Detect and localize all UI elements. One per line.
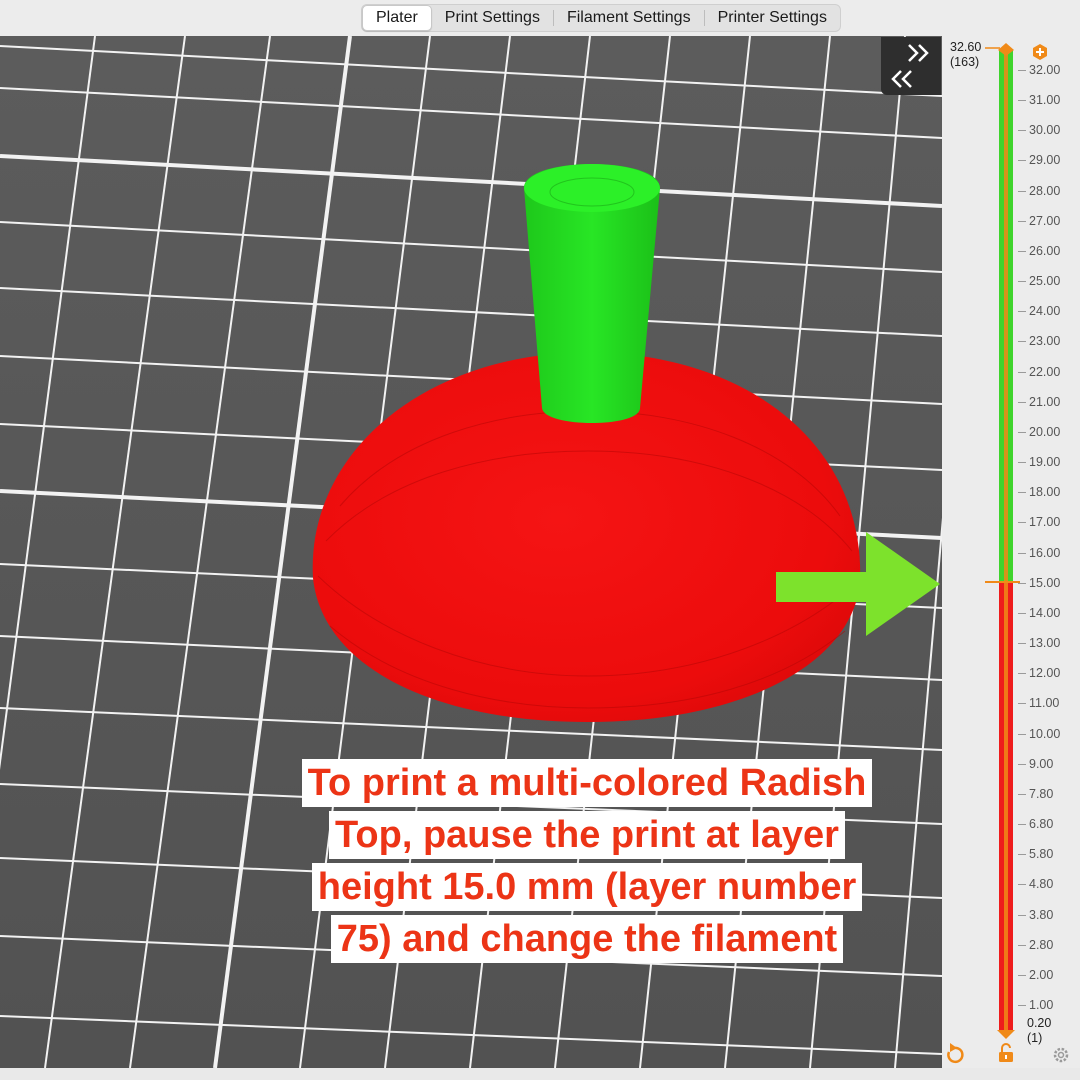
slider-tick-mark [1018,854,1026,856]
slider-tick-label: 28.00 [1029,183,1061,198]
slider-tick-mark [1018,100,1026,102]
tab-group: Plater Print Settings Filament Settings … [361,4,841,32]
slider-tick-label: 25.00 [1029,274,1061,289]
slider-tick-mark [1018,763,1026,765]
slider-tick-mark [1018,371,1026,373]
slider-tick-mark [1018,793,1026,795]
slider-tick-mark [1018,431,1026,433]
slider-tick-label: 32.00 [1029,63,1061,77]
slider-tick-mark [1018,401,1026,403]
slider-tick-label: 31.00 [1029,93,1061,108]
slider-tick-mark [1018,884,1026,886]
tab-printer-settings[interactable]: Printer Settings [705,6,840,30]
slider-tick-mark [1018,1005,1026,1006]
caption-line: To print a multi-colored Radish [301,759,873,807]
slider-top-value: 32.60 [950,40,982,54]
slider-tick-label: 30.00 [1029,123,1061,138]
slider-tick-label: 7.80 [1029,786,1054,801]
slider-tick-mark [1018,582,1026,584]
slider-tick-mark [1018,462,1026,464]
collapse-sidebar-button[interactable] [881,37,941,95]
slider-tick-label: 13.00 [1029,636,1061,651]
slider-tick-label: 26.00 [1029,243,1061,258]
slider-tick-mark [1018,643,1026,645]
slider-tick-mark [1018,703,1026,705]
slider-tick-label: 1.00 [1029,998,1054,1012]
slider-tick-label: 19.00 [1029,455,1061,470]
slider-tick-mark [1018,824,1026,826]
slider-tick-mark [1018,311,1026,313]
tab-filament-settings[interactable]: Filament Settings [554,6,704,30]
slider-tick-label: 3.80 [1029,907,1054,922]
slider-tick-mark [1018,673,1026,675]
slider-tick-label: 4.80 [1029,877,1054,892]
slider-tick-label: 17.00 [1029,515,1061,530]
slider-tick-label: 11.00 [1029,696,1060,711]
slider-tick-mark [1018,281,1026,283]
slider-tick-label: 15.00 [1029,575,1061,590]
slider-tick-label: 21.00 [1029,394,1061,409]
slider-tick-label: 2.00 [1029,967,1054,982]
slider-tick-mark [1018,130,1026,132]
caption-line: height 15.0 mm (layer number [311,863,863,911]
slider-tick-label: 10.00 [1029,726,1061,741]
slider-tick-label: 29.00 [1029,153,1061,168]
slider-tick-label: 6.80 [1029,817,1054,832]
slider-tick-mark [1018,341,1026,343]
slider-tick-mark [1018,190,1026,192]
slider-tick-label: 5.80 [1029,847,1054,862]
tab-plater[interactable]: Plater [362,5,432,31]
slider-tick-mark [1018,612,1026,614]
caption-line: Top, pause the print at layer [329,811,845,859]
slider-tick-mark [1018,220,1026,222]
tab-print-settings[interactable]: Print Settings [432,6,553,30]
slider-tick-label: 24.00 [1029,304,1061,319]
slider-tick-label: 18.00 [1029,485,1061,500]
slider-tick-label: 22.00 [1029,364,1061,379]
slider-tick-mark [1018,733,1026,735]
slider-bottom-value: 0.20 [1027,1016,1052,1030]
bottom-strip [0,1068,1080,1080]
slider-tick-mark [1018,522,1026,524]
collapse-sidebar-icon [891,44,929,88]
slider-tick-label: 20.00 [1029,424,1061,439]
slider-tick-label: 27.00 [1029,213,1061,228]
slider-tick-mark [1018,70,1026,71]
slider-tick-mark [1018,250,1026,252]
instruction-caption: To print a multi-colored Radish Top, pau… [262,757,912,965]
caption-line: 75) and change the filament [330,915,844,963]
slider-tick-mark [1018,974,1026,976]
slider-tick-label: 23.00 [1029,334,1061,349]
tab-bar: Plater Print Settings Filament Settings … [0,0,1080,36]
slider-tick-label: 12.00 [1029,666,1061,681]
slider-tick-mark [1018,552,1026,554]
slider-tick-label: 14.00 [1029,605,1061,620]
slider-bottom-layer: (1) [1027,1031,1043,1045]
slider-tick-label: 9.00 [1029,756,1054,771]
slider-tick-mark [1018,492,1026,494]
slider-tick-mark [1018,914,1026,916]
slider-tick-mark [1018,160,1026,162]
slider-top-layer: (163) [950,55,980,69]
slider-tick-mark [1018,944,1026,946]
slider-tick-label: 16.00 [1029,545,1061,560]
stem-top-surface [524,164,660,212]
slider-tick-label: 2.80 [1029,937,1054,952]
